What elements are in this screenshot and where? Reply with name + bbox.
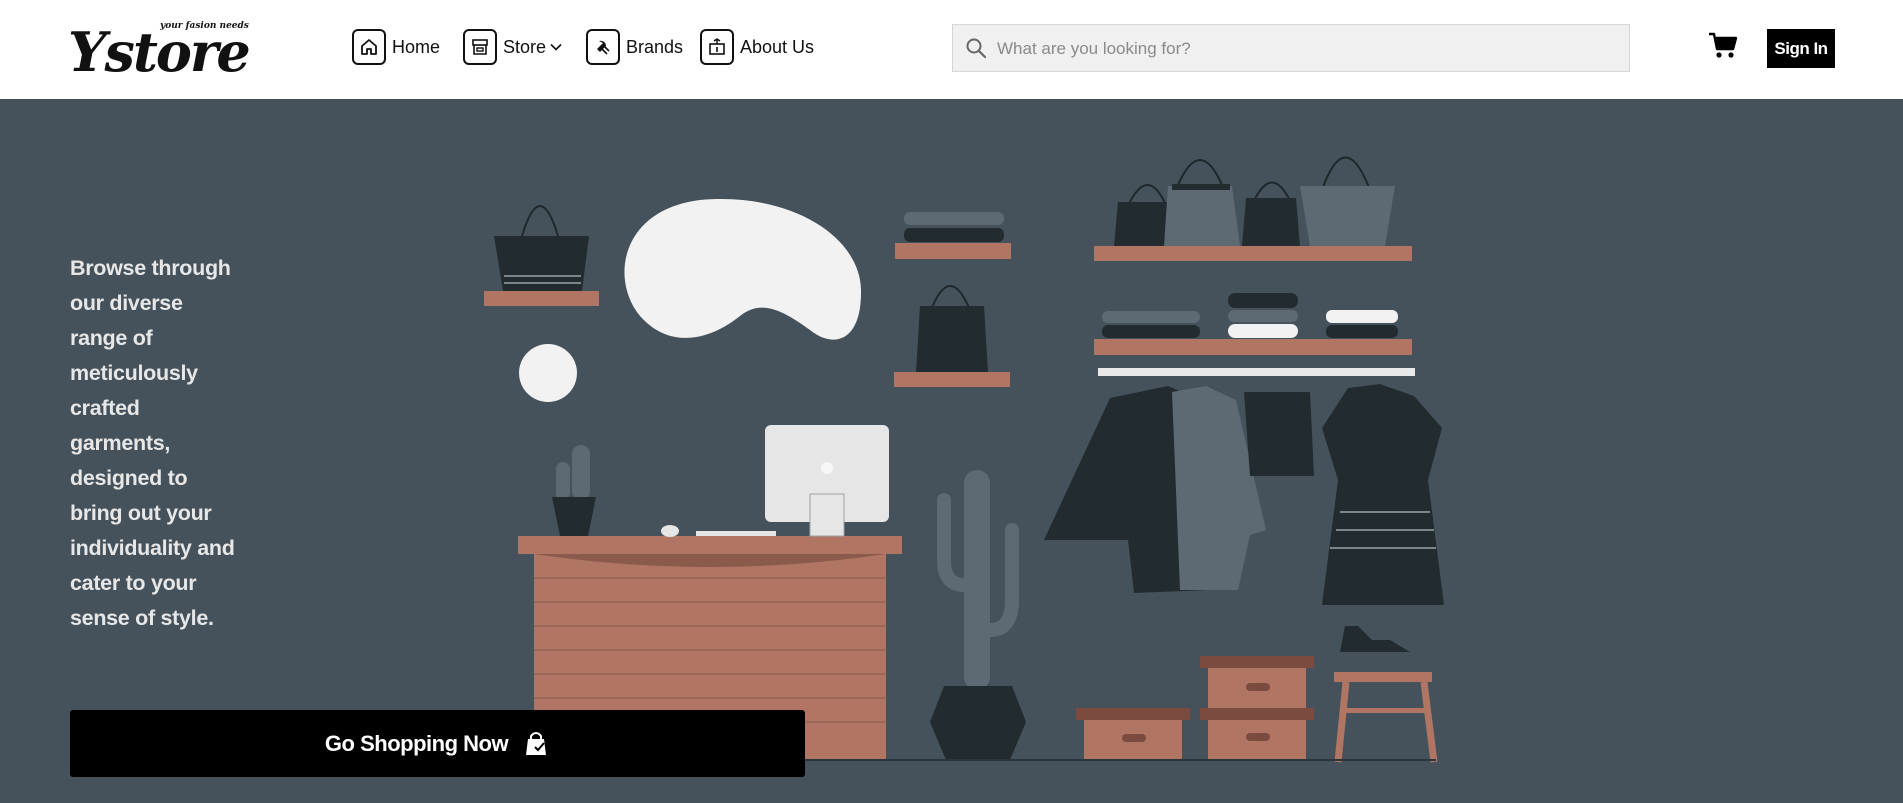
bags-shelf [1094,156,1412,261]
nav-item-store[interactable]: Store [463,29,562,65]
shelf-left [484,205,599,306]
folded-shelf [1094,293,1412,355]
brand-name: Ystore [68,20,251,84]
hanging-clothes [1044,384,1444,605]
store-icon [463,29,497,65]
sign-in-button[interactable]: Sign In [1767,29,1835,68]
cactus-tall [930,470,1026,760]
search-icon [966,38,987,59]
go-shopping-label: Go Shopping Now [324,730,509,756]
store-illustration [484,156,1444,763]
go-shopping-button[interactable]: Go Shopping Now [70,710,805,777]
search-bar [952,24,1630,73]
shopping-bag-icon [526,731,547,755]
cart-icon[interactable] [1708,30,1738,60]
nav-item-brands[interactable]: Brands [586,29,683,65]
boxes [1076,656,1314,760]
nav-label-about: About Us [740,36,815,57]
brand-logo[interactable]: your fasion needs Ystore [68,16,251,84]
home-icon [352,29,386,65]
search-input[interactable] [995,25,1619,73]
nav-label-home: Home [392,36,441,57]
nav-item-home[interactable]: Home [352,29,440,65]
info-box-icon [700,29,734,65]
hanger-tag-icon [586,29,620,65]
hero-section: Browse through our diverse range of meti… [0,99,1903,803]
nav-label-store: Store [503,36,547,57]
nav-item-about[interactable]: About Us [700,29,814,65]
hero-text: Browse through our diverse range of meti… [70,256,235,630]
nav-label-brands: Brands [626,36,684,57]
top-navbar: your fasion needs Ystore Home Store Bran… [0,0,1903,100]
chevron-down-icon [550,43,562,51]
